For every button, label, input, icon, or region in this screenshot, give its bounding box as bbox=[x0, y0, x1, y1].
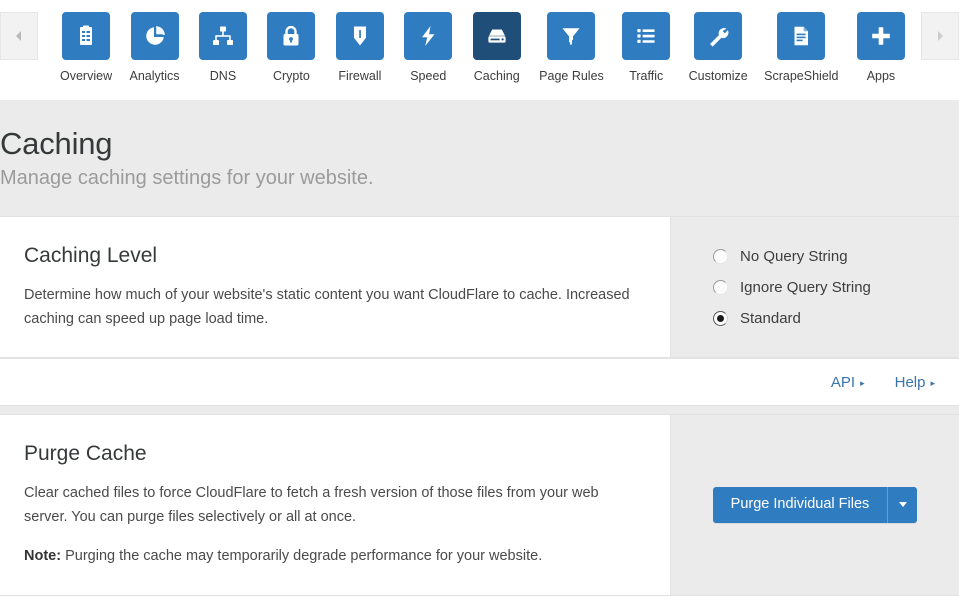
nav-scroll-left-button[interactable] bbox=[0, 12, 38, 60]
sitemap-icon bbox=[198, 12, 247, 60]
lightning-bolt-icon bbox=[404, 12, 453, 60]
nav-item-traffic[interactable]: Traffic bbox=[620, 0, 672, 83]
nav-item-label: Speed bbox=[410, 69, 447, 83]
nav-item-list: Overview Analytics DNS Crypto Firewall S… bbox=[38, 0, 921, 83]
nav-item-analytics[interactable]: Analytics bbox=[129, 0, 181, 83]
main-navigation: Overview Analytics DNS Crypto Firewall S… bbox=[0, 0, 959, 100]
nav-item-label: Customize bbox=[688, 69, 748, 83]
purge-cache-control: Purge Individual Files bbox=[670, 415, 959, 595]
purge-cache-card: Purge Cache Clear cached files to force … bbox=[0, 414, 959, 596]
caret-right-icon: ▸ bbox=[860, 377, 865, 388]
nav-item-overview[interactable]: Overview bbox=[60, 0, 112, 83]
radio-option-standard[interactable]: Standard bbox=[713, 303, 939, 334]
radio-button-icon[interactable] bbox=[713, 279, 728, 295]
radio-button-selected-icon[interactable] bbox=[713, 310, 728, 326]
purge-cache-heading: Purge Cache bbox=[24, 442, 147, 466]
nav-item-label: Analytics bbox=[129, 69, 180, 83]
purge-cache-note-text: Purging the cache may temporarily degrad… bbox=[61, 548, 543, 565]
caching-level-radio-group[interactable]: No Query String Ignore Query String Stan… bbox=[691, 241, 939, 334]
caching-level-description: Caching Level Determine how much of your… bbox=[0, 217, 670, 358]
page-subtitle: Manage caching settings for your website… bbox=[0, 166, 374, 189]
api-link[interactable]: API ▸ bbox=[831, 374, 865, 391]
purge-cache-note-label: Note: bbox=[24, 548, 62, 565]
caret-down-icon bbox=[898, 502, 907, 508]
nav-item-label: Crypto bbox=[272, 69, 310, 83]
nav-item-label: DNS bbox=[209, 69, 237, 83]
nav-item-label: Firewall bbox=[338, 69, 382, 83]
nav-item-scrapeshield[interactable]: ScrapeShield bbox=[764, 0, 839, 83]
nav-item-crypto[interactable]: Crypto bbox=[265, 0, 317, 83]
nav-item-dns[interactable]: DNS bbox=[197, 0, 249, 83]
pie-chart-icon bbox=[130, 12, 179, 60]
nav-item-page-rules[interactable]: Page Rules bbox=[539, 0, 604, 83]
nav-item-label: Overview bbox=[60, 69, 113, 83]
caret-right-icon: ▸ bbox=[930, 377, 935, 388]
nav-item-apps[interactable]: Apps bbox=[855, 0, 907, 83]
shield-icon bbox=[335, 12, 384, 60]
nav-item-customize[interactable]: Customize bbox=[689, 0, 748, 83]
purge-cache-description: Purge Cache Clear cached files to force … bbox=[0, 415, 670, 595]
plus-icon bbox=[856, 12, 905, 60]
hard-drive-icon bbox=[472, 12, 521, 60]
nav-item-label: Apps bbox=[866, 69, 896, 83]
nav-scroll-right-button[interactable] bbox=[921, 12, 959, 60]
nav-item-firewall[interactable]: Firewall bbox=[334, 0, 386, 83]
purge-cache-note: Note: Purging the cache may temporarily … bbox=[24, 545, 646, 568]
caching-level-heading: Caching Level bbox=[24, 244, 158, 267]
list-icon bbox=[622, 12, 671, 60]
purge-individual-files-button[interactable]: Purge Individual Files bbox=[712, 487, 918, 523]
caching-level-footer-links: API ▸ Help ▸ bbox=[0, 358, 959, 407]
radio-option-no-query-string[interactable]: No Query String bbox=[713, 241, 939, 272]
caching-level-body: Determine how much of your website's sta… bbox=[24, 284, 646, 331]
caching-level-body-text: Determine how much of your website's sta… bbox=[24, 287, 630, 327]
api-link-label: API bbox=[830, 373, 856, 391]
purge-cache-body: Clear cached files to force CloudFlare t… bbox=[24, 482, 646, 568]
chevron-right-icon bbox=[936, 31, 944, 41]
nav-item-label: Caching bbox=[473, 69, 520, 83]
wrench-icon bbox=[694, 12, 743, 60]
chevron-left-icon bbox=[15, 31, 23, 41]
help-link-label: Help bbox=[894, 373, 926, 391]
section-divider bbox=[0, 406, 959, 415]
clipboard-icon bbox=[62, 12, 111, 60]
nav-item-label: ScrapeShield bbox=[764, 69, 839, 83]
funnel-icon bbox=[547, 12, 596, 60]
help-link[interactable]: Help ▸ bbox=[895, 374, 935, 391]
nav-item-caching[interactable]: Caching bbox=[471, 0, 523, 83]
purge-cache-body-text: Clear cached files to force CloudFlare t… bbox=[24, 485, 599, 525]
purge-button-dropdown-toggle[interactable] bbox=[887, 487, 917, 523]
document-icon bbox=[777, 12, 826, 60]
radio-button-icon[interactable] bbox=[713, 248, 728, 264]
lock-icon bbox=[267, 12, 316, 60]
nav-item-label: Traffic bbox=[629, 69, 664, 83]
radio-option-label: No Query String bbox=[740, 247, 848, 265]
caching-level-control: No Query String Ignore Query String Stan… bbox=[670, 217, 959, 358]
nav-item-label: Page Rules bbox=[539, 69, 604, 83]
page-header: Caching Manage caching settings for your… bbox=[0, 100, 959, 216]
caching-level-card: Caching Level Determine how much of your… bbox=[0, 216, 959, 359]
radio-option-label: Ignore Query String bbox=[740, 278, 871, 296]
radio-option-label: Standard bbox=[740, 309, 801, 327]
purge-button-label: Purge Individual Files bbox=[730, 496, 870, 513]
nav-item-speed[interactable]: Speed bbox=[402, 0, 454, 83]
radio-option-ignore-query-string[interactable]: Ignore Query String bbox=[713, 272, 939, 303]
page-title: Caching bbox=[0, 126, 113, 161]
